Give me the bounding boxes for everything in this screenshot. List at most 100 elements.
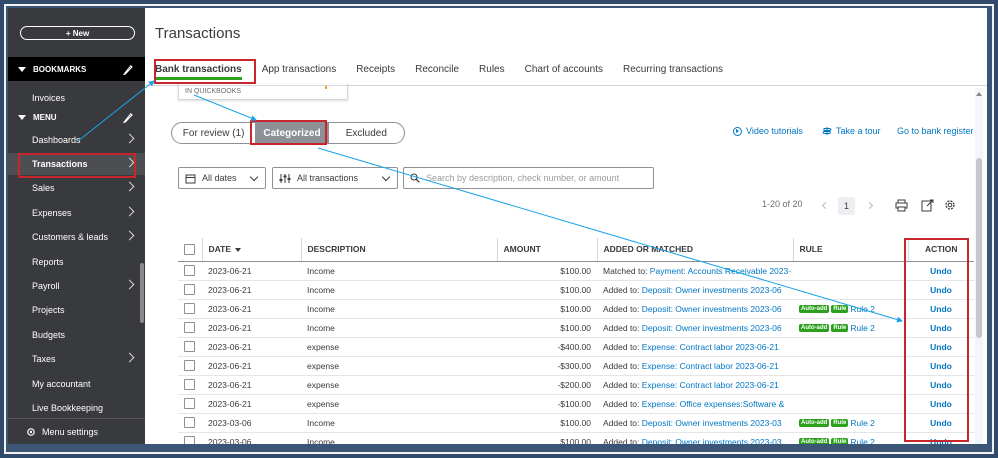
row-checkbox[interactable]	[184, 322, 195, 333]
row-select-cell[interactable]	[178, 318, 202, 338]
print-icon[interactable]	[895, 199, 908, 212]
tab-chart-of-accounts[interactable]: Chart of accounts	[525, 64, 603, 80]
rule-link[interactable]: Rule 2	[850, 437, 875, 445]
transaction-type-dropdown[interactable]: All transactions	[272, 167, 398, 189]
added-link[interactable]: Expense: Contract labor 2023-06-21	[642, 380, 779, 390]
row-select-cell[interactable]	[178, 337, 202, 357]
undo-button[interactable]: Undo	[908, 337, 974, 357]
row-select-cell[interactable]	[178, 375, 202, 395]
new-button[interactable]: + New	[20, 26, 135, 40]
added-link[interactable]: Deposit: Owner investments 2023-06	[642, 304, 782, 314]
bank-account-card[interactable]: IN QUICKBOOKS	[178, 84, 348, 100]
table-row[interactable]: 2023-06-21 expense -$100.00 Added to: Expen…	[178, 394, 974, 414]
sidebar-item-sales[interactable]: Sales	[8, 177, 145, 199]
tab-recurring-transactions[interactable]: Recurring transactions	[623, 64, 723, 80]
tab-receipts[interactable]: Receipts	[356, 64, 395, 80]
take-tour-link[interactable]: Take a tour	[822, 126, 881, 136]
search-input[interactable]: Search by description, check number, or …	[403, 167, 654, 189]
select-all-header[interactable]	[178, 238, 203, 262]
rule-link[interactable]: Rule 2	[850, 418, 875, 428]
sidebar-item-my-accountant[interactable]: My accountant	[8, 373, 145, 395]
undo-button[interactable]: Undo	[908, 299, 974, 319]
tab-bank-transactions[interactable]: Bank transactions	[155, 64, 242, 80]
row-select-cell[interactable]	[178, 299, 202, 319]
row-select-cell[interactable]	[178, 261, 202, 281]
row-select-cell[interactable]	[178, 356, 202, 376]
undo-button[interactable]: Undo	[908, 318, 974, 338]
chevron-right-icon[interactable]	[865, 201, 874, 210]
table-row[interactable]: 2023-06-21 expense -$400.00 Added to: Expen…	[178, 337, 974, 357]
date-column-header[interactable]: DATE	[202, 238, 302, 262]
bank-register-link[interactable]: Go to bank register	[897, 126, 974, 136]
bookmarks-header[interactable]: BOOKMARKS	[8, 57, 145, 81]
rule-link[interactable]: Rule 2	[850, 323, 875, 333]
undo-button[interactable]: Undo	[908, 261, 974, 281]
added-link[interactable]: Deposit: Owner investments 2023-06	[642, 323, 782, 333]
tab-app-transactions[interactable]: App transactions	[262, 64, 337, 80]
select-all-checkbox[interactable]	[184, 243, 195, 255]
sidebar-item-projects[interactable]: Projects	[8, 299, 145, 321]
added-link[interactable]: Expense: Office expenses:Software &	[642, 399, 785, 409]
scroll-thumb[interactable]	[976, 158, 982, 338]
row-select-cell[interactable]	[178, 394, 202, 414]
undo-button[interactable]: Undo	[908, 375, 974, 395]
added-link[interactable]: Expense: Contract labor 2023-06-21	[642, 342, 779, 352]
sidebar-item-dashboards[interactable]: Dashboards	[8, 129, 145, 151]
row-checkbox[interactable]	[184, 417, 195, 428]
added-link[interactable]: Deposit: Owner investments 2023-03	[642, 437, 782, 445]
menu-header[interactable]: MENU	[8, 105, 145, 129]
row-checkbox[interactable]	[184, 341, 195, 352]
gear-icon[interactable]	[943, 198, 957, 212]
sidebar-item-payroll[interactable]: Payroll	[8, 275, 145, 297]
table-row[interactable]: 2023-06-21 Income $100.00 Added to: Deposit…	[178, 280, 974, 300]
pencil-icon[interactable]	[123, 111, 133, 123]
chevron-left-icon[interactable]	[821, 201, 830, 210]
table-row[interactable]: 2023-06-21 Income $100.00 Added to: Deposit…	[178, 299, 974, 319]
row-checkbox[interactable]	[184, 398, 195, 409]
row-select-cell[interactable]	[178, 432, 202, 444]
export-icon[interactable]	[921, 199, 934, 212]
added-link[interactable]: Deposit: Owner investments 2023-06	[642, 285, 782, 295]
tab-excluded[interactable]: Excluded	[329, 123, 404, 143]
table-row[interactable]: 2023-03-06 Income $100.00 Added to: Deposit…	[178, 413, 974, 433]
sidebar-item-reports[interactable]: Reports	[8, 251, 145, 273]
table-row[interactable]: 2023-06-21 Income $100.00 Added to: Deposit…	[178, 318, 974, 338]
description-column-header[interactable]: DESCRIPTION	[301, 238, 498, 262]
rule-column-header[interactable]: RULE	[793, 238, 909, 262]
row-checkbox[interactable]	[184, 360, 195, 371]
amount-column-header[interactable]: AMOUNT	[497, 238, 598, 262]
row-select-cell[interactable]	[178, 413, 202, 433]
menu-settings-button[interactable]: Menu settings	[8, 418, 145, 444]
sidebar-item-expenses[interactable]: Expenses	[8, 202, 145, 224]
tab-for-review[interactable]: For review (1)	[172, 123, 255, 143]
undo-button[interactable]: Undo	[908, 356, 974, 376]
sidebar-item-budgets[interactable]: Budgets	[8, 324, 145, 346]
table-row[interactable]: 2023-06-21 expense -$300.00 Added to: Expen…	[178, 356, 974, 376]
undo-button[interactable]: Undo	[908, 394, 974, 414]
tab-categorized[interactable]: Categorized	[255, 123, 329, 143]
undo-button[interactable]: Undo	[908, 432, 974, 444]
video-tutorials-link[interactable]: Video tutorials	[733, 126, 803, 136]
scroll-up-icon[interactable]	[976, 92, 982, 96]
row-select-cell[interactable]	[178, 280, 202, 300]
added-link[interactable]: Expense: Contract labor 2023-06-21	[642, 361, 779, 371]
row-checkbox[interactable]	[184, 436, 195, 444]
rule-link[interactable]: Rule 2	[850, 304, 875, 314]
table-row[interactable]: 2023-06-21 expense -$200.00 Added to: Expen…	[178, 375, 974, 395]
added-column-header[interactable]: ADDED OR MATCHED	[597, 238, 794, 262]
table-row[interactable]: 2023-06-21 Income $100.00 Matched to: Payme…	[178, 261, 974, 281]
pencil-icon[interactable]	[123, 63, 133, 75]
row-checkbox[interactable]	[184, 303, 195, 314]
sidebar-scrollbar[interactable]	[140, 263, 144, 323]
sidebar-item-transactions[interactable]: Transactions	[8, 153, 145, 175]
row-checkbox[interactable]	[184, 265, 195, 276]
added-link[interactable]: Payment: Accounts Receivable 2023-	[650, 266, 791, 276]
undo-button[interactable]: Undo	[908, 413, 974, 433]
undo-button[interactable]: Undo	[908, 280, 974, 300]
row-checkbox[interactable]	[184, 379, 195, 390]
sidebar-item-taxes[interactable]: Taxes	[8, 348, 145, 370]
date-filter-dropdown[interactable]: All dates	[178, 167, 266, 189]
page-number-button[interactable]: 1	[838, 197, 855, 215]
sidebar-item-customers-leads[interactable]: Customers & leads	[8, 226, 145, 248]
table-row[interactable]: 2023-03-06 Income $100.00 Added to: Deposit…	[178, 432, 974, 444]
